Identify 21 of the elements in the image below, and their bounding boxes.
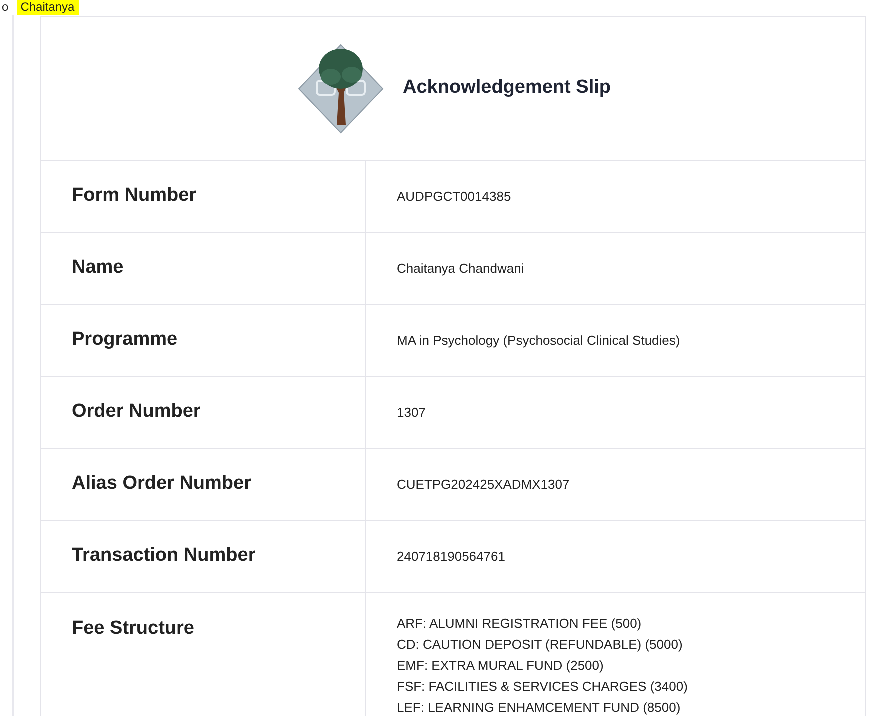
fee-item: LEF: LEARNING ENHAMCEMENT FUND (8500) (397, 699, 682, 716)
field-label: Form Number (72, 184, 197, 208)
field-value: MA in Psychology (Psychosocial Clinical Studies) (397, 332, 680, 350)
fee-item: FSF: FACILITIES & SERVICES CHARGES (3400) (397, 678, 689, 696)
field-label: Order Number (72, 400, 201, 424)
field-value: Chaitanya Chandwani (397, 260, 524, 278)
field-label: Fee Structure (72, 618, 194, 639)
field-value: 1307 (397, 404, 426, 422)
field-value: CUETPG202425XADMX1307 (397, 476, 570, 494)
field-label: Transaction Number (72, 544, 256, 568)
highlighted-name: Chaitanya (16, 0, 79, 15)
field-label: Programme (72, 328, 178, 352)
slip-title: Acknowledgement Slip (403, 76, 611, 100)
field-value: AUDPGCT0014385 (397, 188, 512, 206)
fee-item: CD: CAUTION DEPOSIT (REFUNDABLE) (5000) (397, 636, 684, 654)
fee-item: EMF: EXTRA MURAL FUND (2500) (397, 657, 605, 675)
list-bullet: o (2, 0, 9, 15)
field-label: Alias Order Number (72, 472, 252, 496)
field-label: Name (72, 256, 124, 280)
fee-item: ARF: ALUMNI REGISTRATION FEE (500) (397, 615, 643, 633)
field-value: 240718190564761 (397, 548, 506, 566)
